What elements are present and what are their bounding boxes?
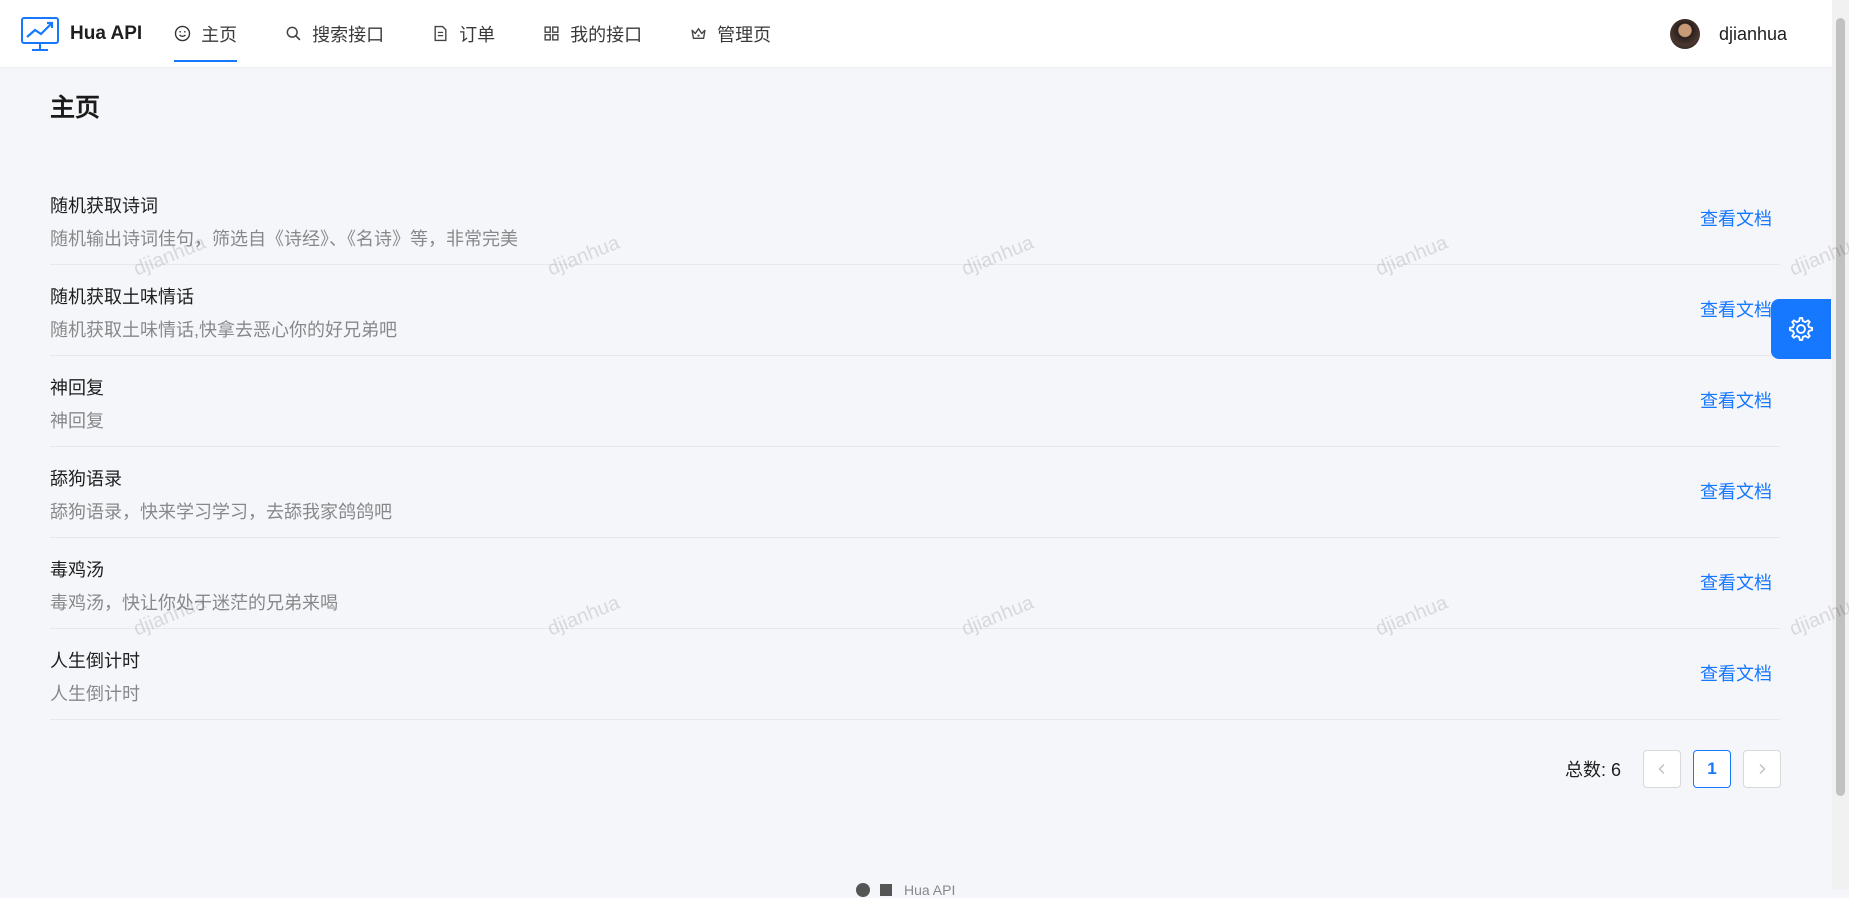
logo[interactable]: Hua API bbox=[20, 15, 142, 53]
api-title: 毒鸡汤 bbox=[50, 560, 104, 580]
page-title: 主页 bbox=[50, 94, 101, 122]
list-item: 随机获取土味情话 随机获取土味情话,快拿去恶心你的好兄弟吧 查看文档 bbox=[50, 265, 1780, 356]
api-list: 随机获取诗词 随机输出诗词佳句，筛选自《诗经》、《名诗》等，非常完美 查看文档 … bbox=[50, 174, 1780, 720]
username: djianhua bbox=[1718, 23, 1787, 44]
view-docs-link[interactable]: 查看文档 bbox=[1700, 205, 1772, 231]
nav-item-label: 管理页 bbox=[717, 24, 772, 45]
total-value: 6 bbox=[1610, 760, 1621, 780]
view-docs-link[interactable]: 查看文档 bbox=[1700, 569, 1772, 595]
smile-icon bbox=[174, 25, 191, 42]
nav-item-my-apis[interactable]: 我的接口 bbox=[543, 0, 642, 68]
total-count: 总数: 6 bbox=[1565, 756, 1621, 782]
page-number-button[interactable]: 1 bbox=[1693, 750, 1731, 788]
nav-item-admin[interactable]: 管理页 bbox=[690, 0, 771, 68]
main-nav: 主页 搜索接口 订单 我的接口 管理页 bbox=[174, 0, 819, 68]
api-description: 随机获取土味情话,快拿去恶心你的好兄弟吧 bbox=[50, 320, 397, 340]
nav-item-orders[interactable]: 订单 bbox=[432, 0, 495, 68]
crown-icon bbox=[691, 28, 706, 39]
nav-item-label: 搜索接口 bbox=[312, 24, 385, 45]
nav-item-home[interactable]: 主页 bbox=[174, 0, 238, 68]
avatar[interactable] bbox=[1669, 19, 1700, 49]
github-icon[interactable] bbox=[856, 883, 870, 897]
next-page-button[interactable] bbox=[1743, 750, 1781, 788]
view-docs-link[interactable]: 查看文档 bbox=[1700, 660, 1772, 686]
appstore-icon bbox=[544, 26, 559, 41]
nav-item-label: 主页 bbox=[201, 24, 238, 45]
list-item: 随机获取诗词 随机输出诗词佳句，筛选自《诗经》、《名诗》等，非常完美 查看文档 bbox=[50, 174, 1780, 265]
scrollbar-thumb[interactable] bbox=[1836, 18, 1845, 796]
api-description: 毒鸡汤，快让你处于迷茫的兄弟来喝 bbox=[50, 593, 338, 613]
copyright-icon bbox=[880, 884, 892, 896]
api-description: 神回复 bbox=[50, 411, 104, 431]
nav-item-label: 订单 bbox=[459, 24, 496, 45]
api-description: 随机输出诗词佳句，筛选自《诗经》、《名诗》等，非常完美 bbox=[50, 229, 518, 249]
pagination: 总数: 6 1 bbox=[1565, 750, 1781, 788]
footer: Hua API bbox=[856, 882, 955, 898]
gear-icon bbox=[1788, 316, 1814, 342]
settings-button[interactable] bbox=[1771, 299, 1831, 359]
nav-item-search[interactable]: 搜索接口 bbox=[285, 0, 384, 68]
chevron-left-icon bbox=[1658, 764, 1665, 774]
nav-item-label: 我的接口 bbox=[570, 24, 643, 45]
api-title: 舔狗语录 bbox=[50, 469, 122, 489]
api-description: 人生倒计时 bbox=[50, 684, 140, 704]
top-nav-bar: Hua API 主页 搜索接口 订单 我的接口 管理页 djianhua bbox=[0, 0, 1832, 68]
list-item: 神回复 神回复 查看文档 bbox=[50, 356, 1780, 447]
search-icon bbox=[286, 26, 301, 41]
list-item: 毒鸡汤 毒鸡汤，快让你处于迷茫的兄弟来喝 查看文档 bbox=[50, 538, 1780, 629]
page-scrollbar[interactable] bbox=[1832, 0, 1849, 890]
user-menu[interactable]: djianhua bbox=[1669, 0, 1787, 68]
api-title: 随机获取诗词 bbox=[50, 196, 158, 216]
view-docs-link[interactable]: 查看文档 bbox=[1700, 478, 1772, 504]
total-label: 总数: bbox=[1564, 760, 1606, 780]
api-description: 舔狗语录，快来学习学习，去舔我家鸽鸽吧 bbox=[50, 502, 392, 522]
file-text-icon bbox=[434, 25, 447, 42]
app-name: Hua API bbox=[70, 22, 143, 44]
view-docs-link[interactable]: 查看文档 bbox=[1700, 387, 1772, 413]
prev-page-button[interactable] bbox=[1643, 750, 1681, 788]
view-docs-link[interactable]: 查看文档 bbox=[1700, 296, 1772, 322]
footer-text: Hua API bbox=[904, 882, 956, 898]
list-item: 舔狗语录 舔狗语录，快来学习学习，去舔我家鸽鸽吧 查看文档 bbox=[50, 447, 1780, 538]
api-title: 人生倒计时 bbox=[50, 651, 140, 671]
list-item: 人生倒计时 人生倒计时 查看文档 bbox=[50, 629, 1780, 720]
api-title: 神回复 bbox=[50, 378, 104, 398]
api-title: 随机获取土味情话 bbox=[50, 287, 194, 307]
chart-logo-icon bbox=[21, 16, 59, 51]
chevron-right-icon bbox=[1759, 764, 1766, 774]
